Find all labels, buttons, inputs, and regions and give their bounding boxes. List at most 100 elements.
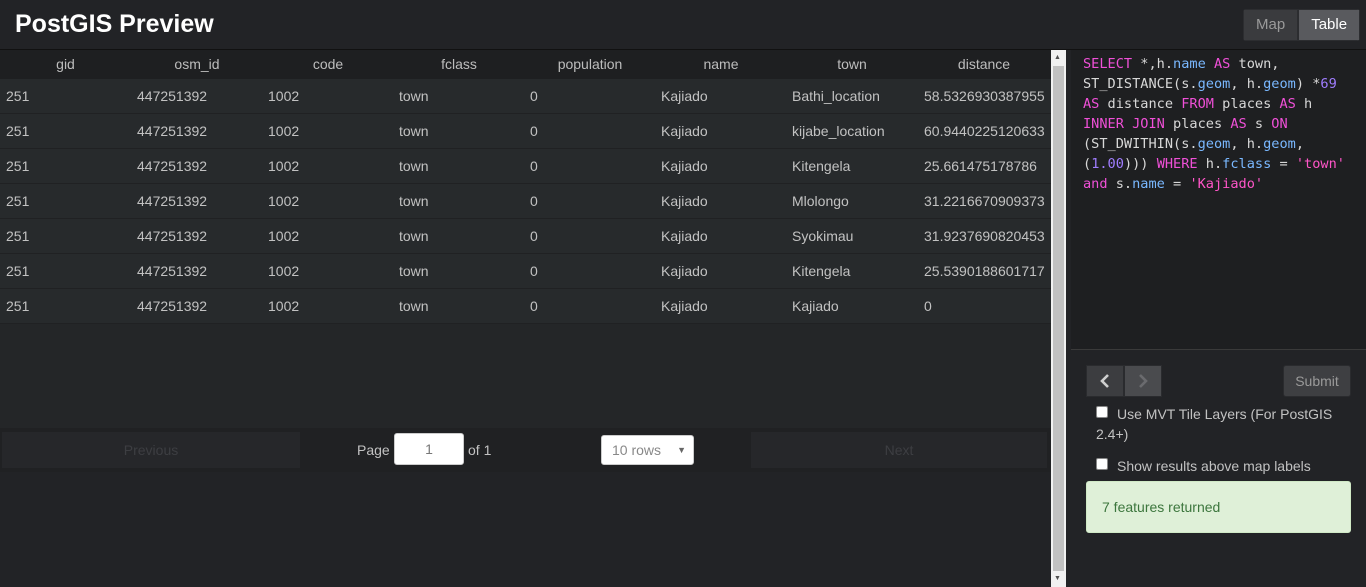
cell-code: 1002 (268, 228, 300, 244)
sql-token: , h. (1230, 76, 1264, 92)
sql-line: (1.00))) WHERE h.fclass = 'town' (1083, 154, 1366, 174)
cell-name: Kajiado (661, 298, 708, 314)
sql-token: ( (1083, 156, 1092, 172)
previous-page-button[interactable]: Previous (2, 432, 300, 468)
scroll-up-icon[interactable]: ▲ (1054, 54, 1061, 61)
cell-gid: 251 (6, 158, 30, 174)
cell-osm-id: 447251392 (137, 88, 208, 104)
column-header-code[interactable]: code (262, 56, 394, 72)
app-header: PostGIS Preview Map Table (0, 0, 1366, 50)
cell-population: 0 (530, 298, 538, 314)
sql-token: s. (1107, 176, 1133, 192)
cell-name: Kajiado (661, 88, 708, 104)
cell-distance: 31.9237690820453 (924, 228, 1045, 244)
sql-token: SELECT (1083, 56, 1133, 72)
table-row: 251 447251392 1002 town 0 Kajiado Kajiado 0 (0, 289, 1051, 324)
cell-fclass: town (399, 123, 429, 139)
page-label: Page (357, 442, 390, 458)
next-page-button[interactable]: Next (751, 432, 1047, 468)
view-toggle: Map Table (1243, 9, 1361, 41)
column-header-distance[interactable]: distance (918, 56, 1050, 72)
sql-line: AS distance FROM places AS h (1083, 94, 1366, 114)
column-header-name[interactable]: name (655, 56, 787, 72)
table-row: 251 447251392 1002 town 0 Kajiado kijabe_locat… (0, 114, 1051, 149)
status-message: 7 features returned (1086, 481, 1351, 533)
sql-token: WHERE (1156, 156, 1198, 172)
column-header-population[interactable]: population (524, 56, 656, 72)
cell-gid: 251 (6, 263, 30, 279)
cell-population: 0 (530, 123, 538, 139)
page-number-input[interactable]: 1 (394, 433, 464, 465)
cell-distance: 31.2216670909373 (924, 193, 1045, 209)
sql-token: (ST_DWITHIN(s. (1083, 136, 1198, 152)
cell-distance: 60.9440225120633 (924, 123, 1045, 139)
mvt-tile-layers-label: Use MVT Tile Layers (For PostGIS 2.4+) (1096, 406, 1333, 442)
sql-token: places (1213, 96, 1280, 112)
table-row: 251 447251392 1002 town 0 Kajiado Mlolongo 31.2… (0, 184, 1051, 219)
sql-token: AS (1213, 56, 1231, 72)
sql-token: name (1132, 176, 1165, 192)
sql-token: ) * (1295, 76, 1321, 92)
chevron-left-icon (1100, 374, 1109, 388)
cell-code: 1002 (268, 298, 300, 314)
history-back-button[interactable] (1086, 365, 1124, 397)
sql-token: town, (1230, 56, 1280, 72)
cell-osm-id: 447251392 (137, 123, 208, 139)
results-table: gid osm_id code fclass population name town dis… (0, 50, 1051, 587)
results-above-labels-checkbox[interactable] (1096, 458, 1108, 470)
table-view-button[interactable]: Table (1298, 9, 1361, 41)
sql-token: geom (1263, 76, 1296, 92)
sql-token: 'town' (1295, 156, 1345, 172)
cell-name: Kajiado (661, 158, 708, 174)
cell-gid: 251 (6, 193, 30, 209)
cell-osm-id: 447251392 (137, 298, 208, 314)
table-row: 251 447251392 1002 town 0 Kajiado Kitengela 25.… (0, 149, 1051, 184)
column-header-gid[interactable]: gid (0, 56, 131, 72)
sql-editor[interactable]: SELECT *,h.name AS town, ST_DISTANCE(s.ge… (1071, 50, 1366, 350)
cell-code: 1002 (268, 158, 300, 174)
column-header-fclass[interactable]: fclass (393, 56, 525, 72)
column-header-town[interactable]: town (786, 56, 918, 72)
sql-token: AS (1083, 96, 1100, 112)
sql-token: ST_DISTANCE(s. (1083, 76, 1198, 92)
cell-population: 0 (530, 228, 538, 244)
sql-line: INNER JOIN places AS s ON (1083, 114, 1366, 134)
map-view-button[interactable]: Map (1243, 9, 1299, 41)
table-row: 251 447251392 1002 town 0 Kajiado Syokimau 31.9… (0, 219, 1051, 254)
column-header-osm-id[interactable]: osm_id (131, 56, 263, 72)
cell-distance: 0 (924, 298, 932, 314)
sql-line: and s.name = 'Kajiado' (1083, 174, 1366, 194)
results-above-labels-label: Show results above map labels (1117, 458, 1311, 474)
rows-per-page-value: 10 rows (612, 442, 662, 458)
sql-token: AS (1230, 116, 1247, 132)
sql-token: and (1083, 176, 1108, 192)
sql-line: (ST_DWITHIN(s.geom, h.geom, (1083, 134, 1366, 154)
cell-town: Bathi_location (792, 88, 880, 104)
table-scrollbar[interactable]: ▲ ▼ (1051, 50, 1066, 587)
cell-name: Kajiado (661, 193, 708, 209)
sql-token: = (1164, 176, 1190, 192)
cell-name: Kajiado (661, 263, 708, 279)
sql-token: , (1295, 136, 1305, 152)
sql-token: = (1271, 156, 1296, 172)
scrollbar-thumb[interactable] (1053, 66, 1064, 571)
sql-token: AS (1279, 96, 1296, 112)
cell-fclass: town (399, 263, 429, 279)
cell-town: Kitengela (792, 263, 851, 279)
table-row: 251 447251392 1002 town 0 Kajiado Bathi_locati… (0, 79, 1051, 114)
cell-distance: 25.5390188601717 (924, 263, 1045, 279)
rows-per-page-select[interactable]: 10 rows ▼ (601, 435, 694, 465)
history-forward-button[interactable] (1124, 365, 1162, 397)
sql-token: 69 (1320, 76, 1337, 92)
sql-token: distance (1099, 96, 1182, 112)
cell-distance: 25.661475178786 (924, 158, 1037, 174)
page-total-label: of 1 (468, 442, 492, 458)
cell-gid: 251 (6, 123, 30, 139)
submit-button[interactable]: Submit (1283, 365, 1351, 397)
scroll-down-icon[interactable]: ▼ (1054, 575, 1061, 582)
cell-code: 1002 (268, 123, 300, 139)
cell-town: Kajiado (792, 298, 839, 314)
sql-token: 'Kajiado' (1189, 176, 1264, 192)
